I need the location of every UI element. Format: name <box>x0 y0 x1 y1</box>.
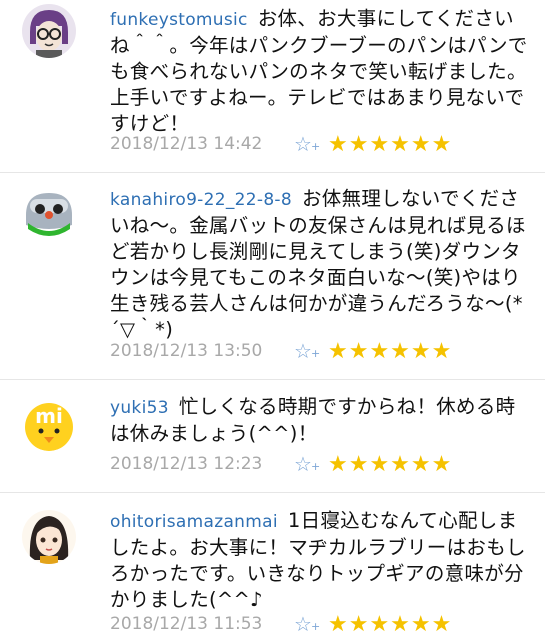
comment-body: funkeystomusic お体、お大事にしてくださいね＾＾。今年はパンクブーブ… <box>110 6 533 137</box>
comment-username[interactable]: ohitorisamazanmai <box>110 512 278 532</box>
svg-text:mi: mi <box>35 404 63 428</box>
comment-text: お体無理しないでくださいね～。金属バットの友保さんは見れば見るほど若かりし長渕剛… <box>110 187 526 341</box>
comment-divider <box>0 379 545 380</box>
robot-face-avatar-icon[interactable] <box>22 185 76 239</box>
comment-divider <box>0 492 545 493</box>
rating-stars: ★★★★★★ <box>328 451 453 477</box>
glasses-face-avatar-icon[interactable] <box>22 4 76 58</box>
comment-timestamp: 2018/12/13 13:50 <box>110 341 263 361</box>
rating-stars: ★★★★★★ <box>328 338 453 364</box>
star-plus-icon[interactable]: ☆ + <box>294 339 328 363</box>
rating-stars: ★★★★★★ <box>328 131 453 157</box>
comment-meta: 2018/12/13 11:53 ☆ + ★★★★★★ <box>110 610 452 638</box>
comment-body: yuki53 忙しくなる時期ですからね！休める時は休みましょう(^^)！ <box>110 394 533 447</box>
star-plus-icon[interactable]: ☆ + <box>294 132 328 156</box>
anime-girl-avatar-icon[interactable] <box>22 510 76 564</box>
yellow-mi-bird-avatar-icon[interactable]: mi <box>22 397 76 451</box>
comment-meta: 2018/12/13 13:50 ☆ + ★★★★★★ <box>110 337 452 365</box>
comment-timestamp: 2018/12/13 14:42 <box>110 134 263 154</box>
comment-meta: 2018/12/13 12:23 ☆ + ★★★★★★ <box>110 450 452 478</box>
comment-divider <box>0 172 545 173</box>
comment-username[interactable]: yuki53 <box>110 398 169 418</box>
rating-stars: ★★★★★★ <box>328 611 453 637</box>
comment-timestamp: 2018/12/13 11:53 <box>110 614 263 634</box>
star-plus-icon[interactable]: ☆ + <box>294 612 328 636</box>
comment-list: funkeystomusic お体、お大事にしてくださいね＾＾。今年はパンクブーブ… <box>0 0 545 640</box>
star-plus-icon[interactable]: ☆ + <box>294 452 328 476</box>
comment-username[interactable]: funkeystomusic <box>110 10 248 30</box>
comment-timestamp: 2018/12/13 12:23 <box>110 454 263 474</box>
comment-meta: 2018/12/13 14:42 ☆ + ★★★★★★ <box>110 130 452 158</box>
comment-body: ohitorisamazanmai 1日寝込むなんて心配しましたよ。お大事に！マヂ… <box>110 508 533 613</box>
comment-username[interactable]: kanahiro9-22_22-8-8 <box>110 190 292 210</box>
comment-body: kanahiro9-22_22-8-8 お体無理しないでくださいね～。金属バットの… <box>110 186 533 343</box>
comment-text: 忙しくなる時期ですからね！休める時は休みましょう(^^)！ <box>110 395 516 445</box>
